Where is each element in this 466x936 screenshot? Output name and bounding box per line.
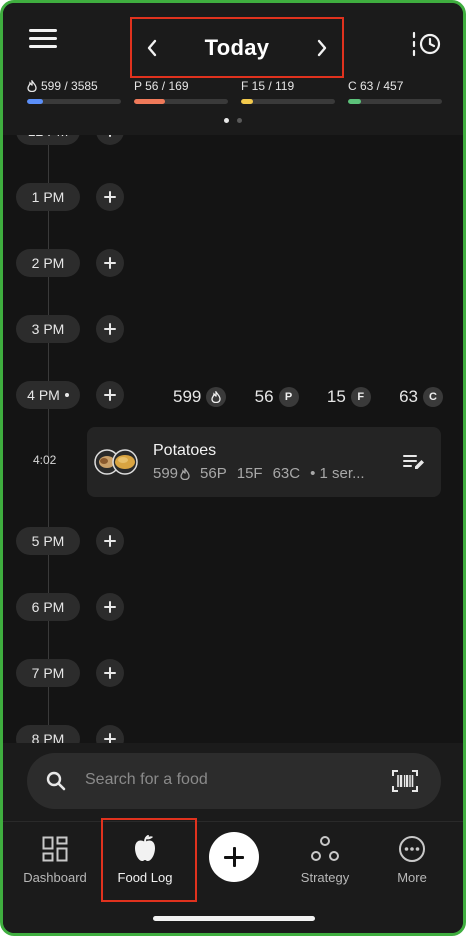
date-navigator: Today [130, 17, 344, 78]
search-input[interactable]: Search for a food [27, 753, 441, 809]
food-name: Potatoes [153, 442, 217, 459]
protein-badge: P [278, 387, 299, 407]
add-food-7pm-button[interactable] [96, 659, 124, 687]
apple-icon [130, 834, 160, 864]
protein-progress-bar [134, 99, 228, 104]
nav-food-log-label: Food Log [117, 870, 173, 885]
carbs-badge: C [422, 387, 443, 407]
hamburger-menu-icon[interactable] [29, 29, 57, 51]
bottom-navigation: Dashboard Food Log Strategy More [3, 818, 463, 933]
protein-macro-label: P 56 / 169 [134, 79, 189, 93]
hour-totals: 599 56 P 15 F 63 C [173, 383, 443, 411]
current-hour-indicator [64, 393, 69, 397]
add-food-5pm-button[interactable] [96, 527, 124, 555]
nav-strategy[interactable]: Strategy [280, 834, 370, 898]
page-dot-1[interactable] [224, 118, 229, 123]
add-food-1pm-button[interactable] [96, 183, 124, 211]
hour-label-8pm: 8 PM [16, 725, 80, 743]
page-indicator[interactable] [3, 118, 463, 123]
nav-more-label: More [397, 870, 427, 885]
food-protein: 56P [200, 465, 227, 482]
food-calories: 599 [153, 465, 179, 482]
food-nutrition-summary: 599 56P 15F 63C • 1 ser... [153, 465, 373, 482]
carbs-macro: C 63 / 457 [348, 79, 442, 104]
hour-label-7pm: 7 PM [16, 659, 80, 687]
add-food-12pm-button[interactable] [96, 135, 124, 145]
total-carbs-value: 63 [399, 387, 418, 406]
total-protein: 56 P [255, 387, 299, 407]
chevron-left-icon[interactable] [142, 34, 162, 62]
barcode-scan-icon[interactable] [391, 769, 419, 793]
hour-label-5pm: 5 PM [16, 527, 80, 555]
nav-dashboard-label: Dashboard [23, 870, 87, 885]
search-area: Search for a food [3, 743, 463, 821]
total-fat-value: 15 [326, 387, 346, 406]
entry-time: 4:02 [33, 453, 57, 467]
food-entry-card[interactable]: Potatoes 599 56P 15F 63C • 1 ser... [87, 427, 441, 497]
header: Today 599 / 3585 P 56 / 169 F 15 / 119 C… [3, 3, 463, 135]
fat-macro: F 15 / 119 [241, 79, 335, 104]
protein-progress-fill [134, 99, 166, 104]
hour-label-4pm: 4 PM [16, 381, 80, 409]
add-food-6pm-button[interactable] [96, 593, 124, 621]
strategy-icon [310, 834, 340, 864]
search-placeholder: Search for a food [85, 771, 208, 788]
fat-badge: F [350, 387, 371, 407]
total-fat: 15 F [327, 387, 371, 407]
total-calories-value: 599 [173, 387, 202, 406]
hour-label-2pm: 2 PM [16, 249, 80, 277]
calories-macro-label: 599 / 3585 [41, 79, 98, 93]
fat-macro-label: F 15 / 119 [241, 79, 295, 93]
food-serving: • 1 ser... [310, 465, 365, 482]
history-icon[interactable] [411, 29, 443, 59]
quick-add-button[interactable] [209, 832, 259, 882]
carbs-progress-fill [348, 99, 362, 104]
hour-label-12pm: 12 PM [16, 135, 80, 145]
app-frame: Today 599 / 3585 P 56 / 169 F 15 / 119 C… [0, 0, 466, 936]
hour-label-3pm: 3 PM [16, 315, 80, 343]
total-carbs: 63 C [399, 387, 443, 407]
carbs-progress-bar [348, 99, 442, 104]
add-food-3pm-button[interactable] [96, 315, 124, 343]
protein-macro: P 56 / 169 [134, 79, 228, 104]
hour-label-6pm: 6 PM [16, 593, 80, 621]
nav-strategy-label: Strategy [300, 870, 350, 885]
edit-list-icon[interactable] [403, 453, 425, 471]
calories-macro: 599 / 3585 [27, 79, 121, 104]
food-carbs: 63C [272, 465, 301, 482]
page-dot-2[interactable] [237, 118, 242, 123]
calories-progress-bar [27, 99, 121, 104]
home-indicator[interactable] [153, 916, 315, 921]
add-food-4pm-button[interactable] [96, 381, 124, 409]
total-calories: 599 [173, 387, 227, 407]
add-food-2pm-button[interactable] [96, 249, 124, 277]
carbs-macro-label: C 63 / 457 [348, 79, 404, 93]
flame-icon [27, 80, 37, 92]
search-icon [45, 770, 67, 792]
timeline-line [48, 135, 49, 743]
hour-label-1pm: 1 PM [16, 183, 80, 211]
hour-label-4pm-text: 4 PM [27, 387, 60, 403]
nav-dashboard[interactable]: Dashboard [10, 834, 100, 898]
nav-food-log[interactable]: Food Log [100, 834, 190, 898]
flame-icon [206, 387, 227, 407]
macro-summary[interactable]: 599 / 3585 P 56 / 169 F 15 / 119 C 63 / … [3, 79, 463, 109]
total-protein-value: 56 [254, 387, 274, 406]
dashboard-icon [40, 834, 70, 864]
date-title[interactable]: Today [205, 35, 270, 61]
fat-progress-bar [241, 99, 335, 104]
timeline[interactable]: 12 PM 1 PM 2 PM 3 PM 4 PM 599 56 P 15 [3, 135, 463, 743]
calories-progress-fill [27, 99, 43, 104]
food-fat: 15F [236, 465, 263, 482]
potato-icon [93, 449, 139, 475]
flame-icon [180, 467, 190, 480]
more-icon [397, 834, 427, 864]
fat-progress-fill [241, 99, 254, 104]
add-food-8pm-button[interactable] [96, 725, 124, 743]
nav-more[interactable]: More [367, 834, 457, 898]
chevron-right-icon[interactable] [312, 34, 332, 62]
